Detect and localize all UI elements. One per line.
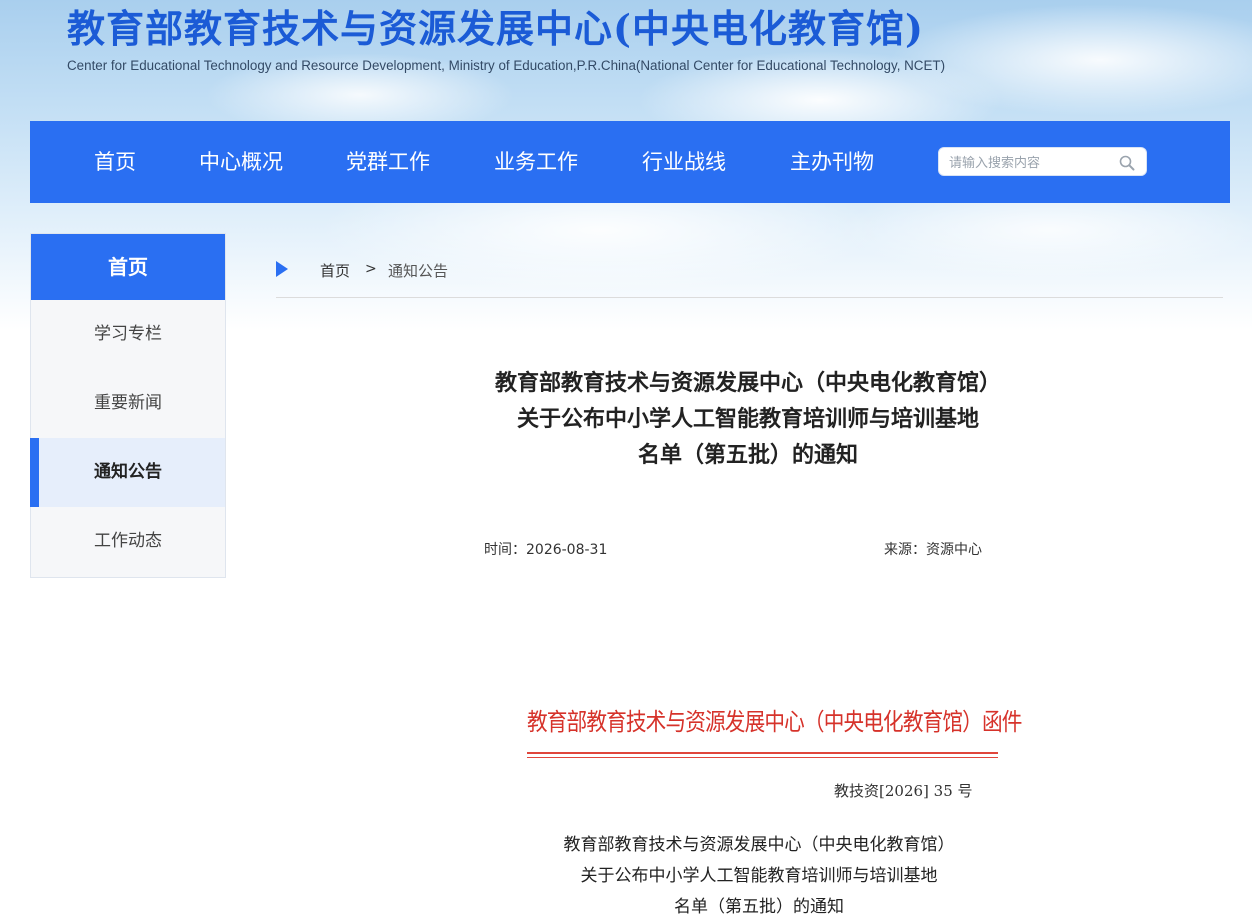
document-number: 教技资[2026] 35 号 (834, 782, 973, 800)
sidebar-item-work[interactable]: 工作动态 (31, 507, 225, 576)
search-icon[interactable] (1118, 154, 1136, 172)
sidebar-heading[interactable]: 首页 (31, 234, 225, 300)
sidebar-item-study[interactable]: 学习专栏 (31, 300, 225, 369)
nav-item-publications[interactable]: 主办刊物 (790, 121, 874, 203)
article-title: 教育部教育技术与资源发展中心（中央电化教育馆） 关于公布中小学人工智能教育培训师… (400, 366, 1096, 474)
document-title: 教育部教育技术与资源发展中心（中央电化教育馆） 关于公布中小学人工智能教育培训师… (540, 830, 978, 919)
divider (276, 297, 1223, 298)
breadcrumb-separator: > (365, 261, 377, 277)
document-title-line: 名单（第五批）的通知 (674, 897, 844, 917)
article-title-line: 名单（第五批）的通知 (637, 443, 858, 468)
document-title-line: 关于公布中小学人工智能教育培训师与培训基地 (580, 866, 938, 886)
breadcrumb-arrow-icon (276, 261, 288, 277)
article-title-line: 关于公布中小学人工智能教育培训师与培训基地 (516, 407, 979, 432)
site-title[interactable]: 教育部教育技术与资源发展中心(中央电化教育馆) (67, 4, 945, 54)
search-input[interactable] (949, 152, 1119, 172)
article-time: 时间：2026-08-31 (484, 542, 608, 558)
search-box (938, 147, 1147, 176)
main-nav: 首页 中心概况 党群工作 业务工作 行业战线 主办刊物 (30, 121, 1230, 203)
nav-item-industry[interactable]: 行业战线 (642, 121, 726, 203)
nav-item-party[interactable]: 党群工作 (346, 121, 430, 203)
nav-item-home[interactable]: 首页 (94, 121, 136, 203)
sidebar-item-notices[interactable]: 通知公告 (30, 438, 225, 507)
document-title-line: 教育部教育技术与资源发展中心（中央电化教育馆） (563, 835, 955, 855)
sidebar: 首页 学习专栏 重要新闻 通知公告 工作动态 (30, 233, 226, 578)
breadcrumb-current[interactable]: 通知公告 (388, 260, 448, 281)
article-title-line: 教育部教育技术与资源发展中心（中央电化教育馆） (494, 371, 1001, 396)
breadcrumb-home[interactable]: 首页 (320, 260, 350, 281)
site-header: 教育部教育技术与资源发展中心(中央电化教育馆) Center for Educa… (67, 4, 945, 73)
site-subtitle: Center for Educational Technology and Re… (67, 58, 946, 73)
letterhead-rule (527, 757, 998, 758)
nav-item-business[interactable]: 业务工作 (494, 121, 578, 203)
article-source: 来源：资源中心 (884, 542, 982, 558)
letterhead-rule (527, 752, 998, 754)
nav-item-about[interactable]: 中心概况 (199, 121, 283, 203)
document-letterhead: 教育部教育技术与资源发展中心（中央电化教育馆）函件 (527, 708, 1022, 736)
sidebar-item-news[interactable]: 重要新闻 (31, 369, 225, 438)
